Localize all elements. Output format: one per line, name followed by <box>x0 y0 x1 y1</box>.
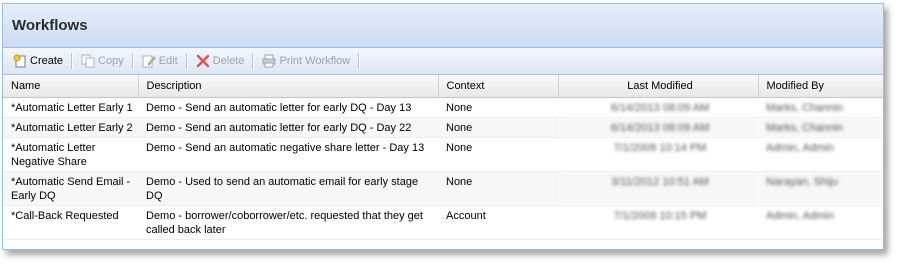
column-header-modified-by[interactable]: Modified By <box>758 75 883 98</box>
cell-description: Demo - borrower/coborrower/etc. requeste… <box>138 205 438 240</box>
print-workflow-button[interactable]: Print Workflow <box>258 50 354 72</box>
table-row[interactable]: *Call-Back Requested Demo - borrower/cob… <box>3 205 883 240</box>
copy-button[interactable]: Copy <box>77 50 128 72</box>
create-icon <box>13 54 27 68</box>
cell-last-modified: 7/1/2009 10:15 PM <box>558 205 758 240</box>
workflow-toolbar: Create Copy Edit Delete Print Workflow <box>3 48 883 75</box>
cell-modified-by: Admin, Admin <box>758 137 883 172</box>
panel-titlebar: Workflows <box>3 4 883 48</box>
cell-description: Demo - Send an automatic negative share … <box>138 137 438 172</box>
table-row[interactable]: *Automatic Letter Early 1 Demo - Send an… <box>3 97 883 118</box>
workflows-panel: Workflows Create Copy Edit Delete Print … <box>2 3 884 250</box>
copy-label: Copy <box>98 55 124 67</box>
table-row[interactable]: *Automatic Letter Early 2 Demo - Send an… <box>3 117 883 138</box>
cell-last-modified: 6/14/2013 08:09 AM <box>558 117 758 138</box>
create-button[interactable]: Create <box>9 50 67 72</box>
copy-icon <box>81 54 95 68</box>
cell-description: Demo - Send an automatic letter for earl… <box>138 97 438 118</box>
cell-context: None <box>438 97 558 118</box>
cell-modified-by: Narayan, Shiju <box>758 171 883 206</box>
column-header-name[interactable]: Name <box>3 75 139 98</box>
edit-label: Edit <box>158 55 178 67</box>
cell-name: *Automatic Send Email - Early DQ <box>3 171 138 206</box>
column-header-context[interactable]: Context <box>438 75 559 98</box>
cell-modified-by: Marks, Channin <box>758 117 883 138</box>
column-header-last-modified[interactable]: Last Modified <box>558 75 759 98</box>
cell-description: Demo - Used to send an automatic email f… <box>138 171 438 206</box>
cell-last-modified: 7/1/2009 10:14 PM <box>558 137 758 172</box>
toolbar-separator <box>185 53 188 69</box>
cell-context: Account <box>438 205 558 240</box>
printer-icon <box>262 54 276 68</box>
cell-modified-by: Admin, Admin <box>758 205 883 240</box>
create-label: Create <box>30 55 64 67</box>
cell-name: *Call-Back Requested <box>3 205 138 240</box>
cell-name: *Automatic Letter Early 1 <box>3 97 138 118</box>
workflows-grid: Name Description Context Last Modified M… <box>3 75 883 240</box>
delete-label: Delete <box>212 55 245 67</box>
cell-modified-by: Marks, Channin <box>758 97 883 118</box>
cell-context: None <box>438 171 558 206</box>
table-row[interactable]: *Automatic Letter Negative Share Demo - … <box>3 137 883 172</box>
print-workflow-label: Print Workflow <box>279 55 351 67</box>
delete-button[interactable]: Delete <box>192 50 249 72</box>
edit-icon <box>142 54 156 68</box>
edit-button[interactable]: Edit <box>138 50 182 72</box>
cell-context: None <box>438 117 558 138</box>
cell-name: *Automatic Letter Negative Share <box>3 137 138 172</box>
toolbar-separator <box>358 53 361 69</box>
cell-last-modified: 6/14/2013 08:09 AM <box>558 97 758 118</box>
panel-title: Workflows <box>12 17 88 34</box>
toolbar-separator <box>131 53 134 69</box>
delete-icon <box>196 54 210 68</box>
table-row[interactable]: *Automatic Send Email - Early DQ Demo - … <box>3 171 883 206</box>
cell-name: *Automatic Letter Early 2 <box>3 117 138 138</box>
toolbar-separator <box>252 53 255 69</box>
toolbar-separator <box>71 53 74 69</box>
column-header-description[interactable]: Description <box>138 75 439 98</box>
cell-context: None <box>438 137 558 172</box>
cell-last-modified: 3/11/2012 10:51 AM <box>558 171 758 206</box>
cell-description: Demo - Send an automatic letter for earl… <box>138 117 438 138</box>
